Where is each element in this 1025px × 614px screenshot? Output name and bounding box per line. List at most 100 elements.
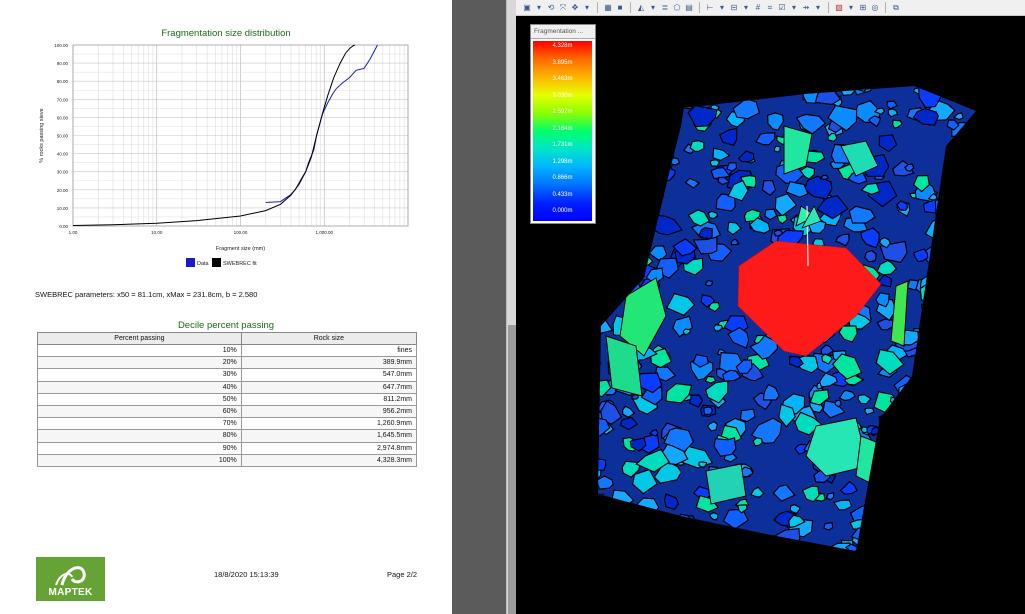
- rock-fragment: [647, 149, 670, 165]
- legend-value: 0.433m: [552, 191, 573, 198]
- legend-value: 0.000m: [552, 208, 573, 214]
- y-tick-label: 80.00: [57, 79, 69, 84]
- table-cell: 956.2mm: [240, 404, 418, 419]
- toolbar-separator: [699, 2, 700, 13]
- dropdown-arrow-icon[interactable]: ▾: [534, 3, 544, 13]
- legend-value: 2.164m: [552, 125, 573, 132]
- rock-fragment: [960, 214, 976, 236]
- rock-fragment: [934, 195, 961, 220]
- toolbar-separator: [828, 2, 829, 13]
- dropdown-arrow-icon[interactable]: ▾: [813, 3, 823, 13]
- rock-fragment: [598, 312, 602, 321]
- rock-fragment: [960, 449, 976, 471]
- legend-title[interactable]: Fragmentation ...: [531, 25, 595, 39]
- rock-fragment: [948, 448, 968, 463]
- 3d-viewer[interactable]: ▣ ▾ ⟲ ⤧ ✥ ▾ ▦ ■ ◭ ▾ ≣ ⬠ ▤ ⊢ ▾ ⊟ ▾ # ⌗ ☑ …: [516, 0, 1025, 614]
- viewer-toolbar: ▣ ▾ ⟲ ⤧ ✥ ▾ ▦ ■ ◭ ▾ ≣ ⬠ ▤ ⊢ ▾ ⊟ ▾ # ⌗ ☑ …: [516, 0, 1025, 16]
- rock-fragment: [923, 357, 935, 370]
- rock-fragment: [613, 508, 634, 529]
- rock-fragment: [955, 364, 974, 381]
- dropdown-arrow-icon[interactable]: ▾: [846, 3, 856, 13]
- rock-fragment: [637, 497, 660, 517]
- rock-fragment: [935, 396, 954, 412]
- polygon-icon[interactable]: ⬠: [672, 3, 682, 13]
- rock-fragment: [598, 519, 615, 532]
- report-page: Fragmentation size distribution 0.00 10.0…: [0, 0, 452, 614]
- filter-icon[interactable]: ⊟: [729, 3, 739, 13]
- rock-fragment: [583, 273, 597, 286]
- rock-fragment: [623, 520, 649, 546]
- rock-fragment: [614, 206, 630, 222]
- rock-fragment: [634, 262, 643, 271]
- legend-swatch: [186, 258, 195, 267]
- rock-fragment: [580, 513, 593, 524]
- table-cell: 70%: [37, 417, 242, 431]
- layers-icon[interactable]: ≣: [660, 3, 670, 13]
- rock-fragment: [952, 140, 968, 153]
- color-legend[interactable]: Fragmentation ... 4.328m 3.895m 3.463m 3.03…: [530, 24, 596, 224]
- table-row: 40% 647.7mm: [37, 380, 418, 394]
- rock-fragment: [686, 548, 696, 551]
- table-cell: fines: [240, 343, 418, 358]
- rock-fragment: [964, 150, 976, 170]
- pane-divider[interactable]: [452, 0, 514, 614]
- rock-fragment: [777, 86, 796, 96]
- rock-fragment: [752, 437, 763, 447]
- rock-fragment: [627, 276, 638, 286]
- dropdown-arrow-icon[interactable]: ▾: [789, 3, 799, 13]
- rock-fragment: [912, 539, 943, 551]
- rock-fragment: [686, 535, 704, 549]
- rock-fragment: [921, 393, 953, 412]
- dropdown-arrow-icon[interactable]: ▾: [648, 3, 658, 13]
- dropdown-arrow-icon[interactable]: ▾: [582, 3, 592, 13]
- dropdown-arrow-icon[interactable]: ▾: [741, 3, 751, 13]
- mesh-icon[interactable]: ⌗: [765, 3, 775, 13]
- rock-fragment: [934, 86, 945, 87]
- tile-windows-icon[interactable]: ⧉: [891, 3, 901, 13]
- toolbar-separator: [630, 2, 631, 13]
- rock-fragment: [930, 286, 946, 299]
- select-tool-icon[interactable]: ▣: [522, 3, 532, 13]
- rotate-tool-icon[interactable]: ⟲: [546, 3, 556, 13]
- view-grid-icon[interactable]: ▦: [603, 3, 613, 13]
- grid-icon[interactable]: #: [753, 3, 763, 13]
- rock-fragment: [814, 86, 842, 106]
- checkbox-icon[interactable]: ☑: [777, 3, 787, 13]
- rock-fragment: [622, 156, 635, 170]
- zoom-extents-icon[interactable]: ⤧: [558, 3, 568, 13]
- measure-icon[interactable]: ◭: [636, 3, 646, 13]
- split-icon[interactable]: ⇸: [801, 3, 811, 13]
- table-cell: 100%: [37, 453, 242, 467]
- table-cell: 80%: [37, 429, 242, 443]
- rock-fragment: [756, 86, 773, 93]
- rock-fragment: [922, 432, 940, 447]
- rock-fragment: [957, 347, 976, 370]
- maximize-icon[interactable]: ⊞: [858, 3, 868, 13]
- target-icon[interactable]: ◎: [870, 3, 880, 13]
- pan-tool-icon[interactable]: ✥: [570, 3, 580, 13]
- series-line-data: [265, 44, 378, 203]
- rock-fragment: [638, 546, 661, 551]
- rock-fragment: [633, 179, 665, 204]
- rock-fragment: [598, 505, 600, 528]
- table-cell: 2,974.8mm: [240, 441, 418, 455]
- table-icon[interactable]: ▤: [684, 3, 694, 13]
- rock-fragment: [640, 213, 656, 228]
- table-cell: 60%: [37, 404, 242, 419]
- rock-fragment: [957, 329, 976, 348]
- axis-icon[interactable]: ⊢: [705, 3, 715, 13]
- table-cell: 20%: [37, 356, 242, 370]
- table-cell: 4,328.3mm: [240, 453, 418, 467]
- scrollbar-thumb[interactable]: [508, 325, 516, 614]
- stop-icon[interactable]: ■: [615, 3, 625, 13]
- legend-label: SWEBREC fit: [223, 261, 257, 267]
- rock-fragment: [972, 363, 976, 384]
- rock-fragment: [959, 332, 976, 347]
- rock-fragment: [934, 255, 959, 274]
- rock-fragment: [710, 94, 719, 101]
- dropdown-arrow-icon[interactable]: ▾: [717, 3, 727, 13]
- legend-value: 3.895m: [552, 59, 573, 66]
- swebrec-parameters: SWEBREC parameters: x50 = 81.1cm, xMax =…: [35, 290, 258, 299]
- table-cell: 647.7mm: [240, 380, 418, 394]
- report-icon[interactable]: ▧: [834, 3, 844, 13]
